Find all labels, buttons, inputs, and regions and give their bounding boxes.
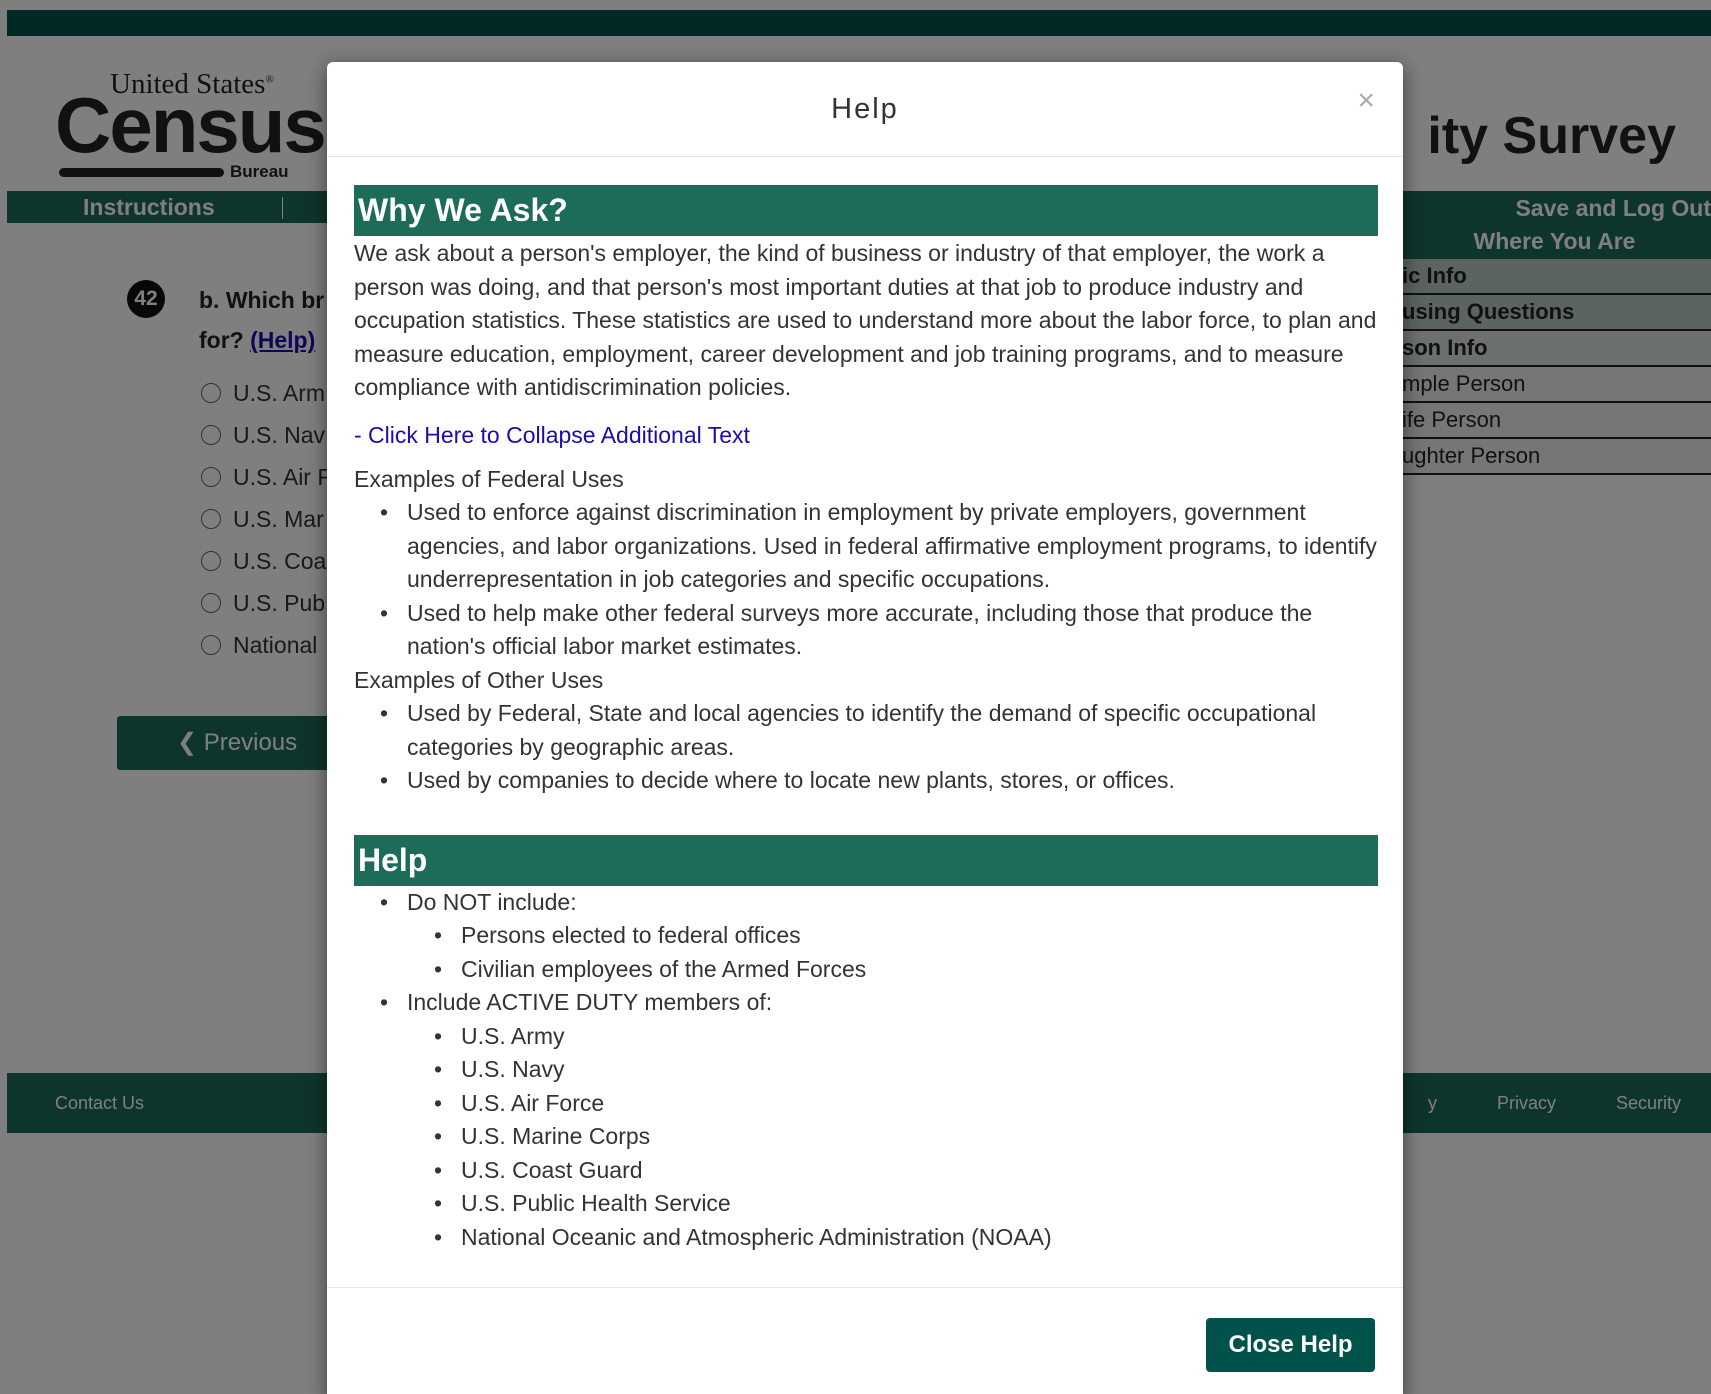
list-item: U.S. Navy (434, 1053, 1378, 1087)
include-list: U.S. Army U.S. Navy U.S. Air Force U.S. … (407, 1020, 1378, 1255)
collapse-text-link[interactable]: - Click Here to Collapse Additional Text (354, 422, 1378, 449)
list-item-include: Include ACTIVE DUTY members of: U.S. Arm… (380, 986, 1378, 1254)
list-item: U.S. Army (434, 1020, 1378, 1054)
other-uses-heading: Examples of Other Uses (354, 666, 604, 693)
list-item: U.S. Air Force (434, 1087, 1378, 1121)
do-not-include-list: Persons elected to federal offices Civil… (407, 919, 1378, 986)
help-heading: Help (354, 834, 1378, 886)
federal-uses-list: Used to enforce against discrimination i… (354, 496, 1378, 664)
list-item: Used by companies to decide where to loc… (380, 764, 1378, 798)
include-label: Include ACTIVE DUTY members of: (407, 989, 773, 1015)
modal-footer: Close Help (327, 1287, 1403, 1394)
list-item: U.S. Public Health Service (434, 1187, 1378, 1221)
list-item: U.S. Marine Corps (434, 1120, 1378, 1154)
list-item: National Oceanic and Atmospheric Adminis… (434, 1221, 1378, 1255)
help-list: Do NOT include: Persons elected to feder… (354, 886, 1378, 1255)
close-icon[interactable]: × (1357, 84, 1375, 118)
list-item: Civilian employees of the Armed Forces (434, 953, 1378, 987)
list-item: Used by Federal, State and local agencie… (380, 697, 1378, 764)
modal-title: Help (831, 93, 899, 125)
modal-body: Why We Ask? We ask about a person's empl… (354, 185, 1378, 1254)
list-item-do-not-include: Do NOT include: Persons elected to feder… (380, 886, 1378, 987)
why-we-ask-heading: Why We Ask? (354, 185, 1378, 236)
federal-uses-heading: Examples of Federal Uses (354, 465, 624, 492)
help-modal: Help × Why We Ask? We ask about a person… (327, 62, 1403, 1394)
why-we-ask-paragraph: We ask about a person's employer, the ki… (354, 240, 1377, 400)
modal-header: Help × (327, 62, 1403, 157)
list-item: Used to enforce against discrimination i… (380, 496, 1378, 597)
do-not-include-label: Do NOT include: (407, 888, 577, 915)
list-item: Used to help make other federal surveys … (380, 597, 1378, 664)
list-item: U.S. Coast Guard (434, 1154, 1378, 1188)
list-item: Persons elected to federal offices (434, 919, 1378, 953)
close-help-button[interactable]: Close Help (1206, 1318, 1375, 1372)
other-uses-list: Used by Federal, State and local agencie… (354, 697, 1378, 798)
